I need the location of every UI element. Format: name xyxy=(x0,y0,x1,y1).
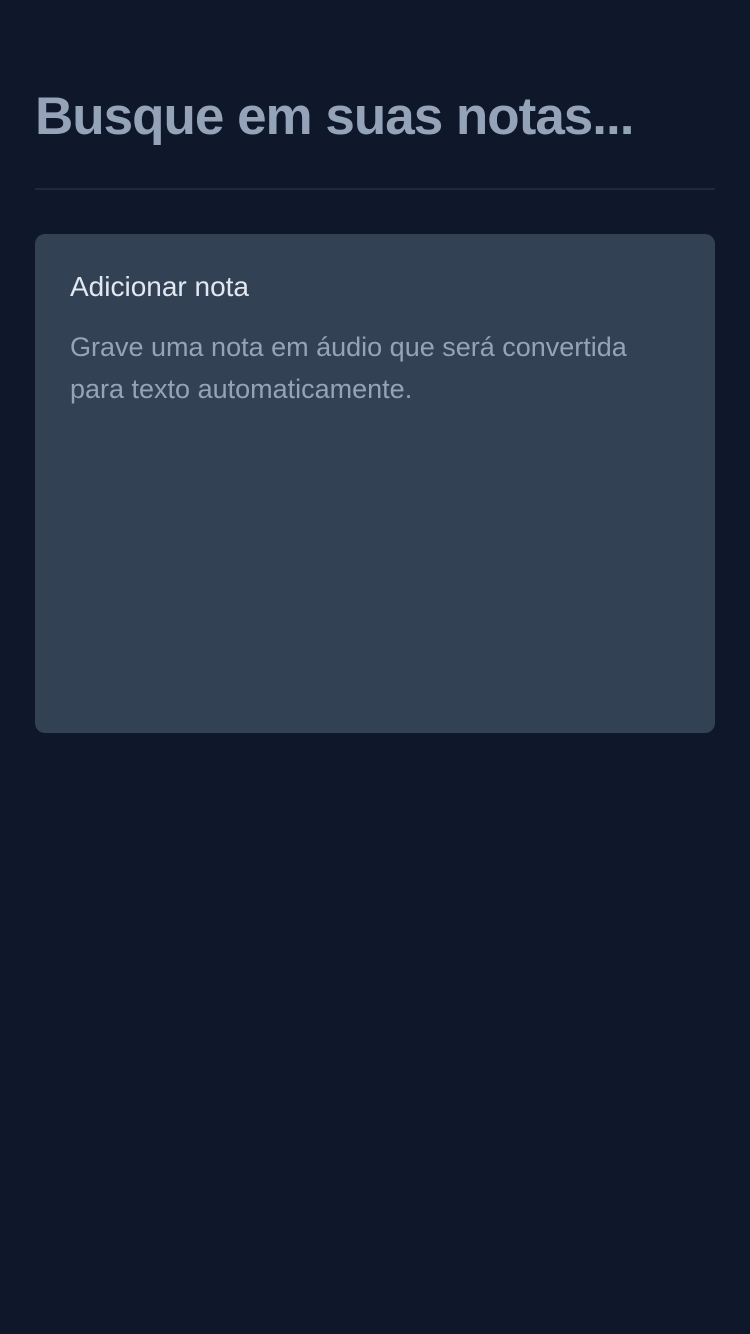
add-note-description: Grave uma nota em áudio que será convert… xyxy=(70,332,627,404)
add-note-title: Adicionar nota xyxy=(70,271,250,302)
search-form xyxy=(35,0,715,148)
notes-grid: Adicionar nota Grave uma nota em áudio q… xyxy=(35,234,715,733)
app-page: Adicionar nota Grave uma nota em áudio q… xyxy=(0,0,750,1334)
add-note-card[interactable]: Adicionar nota Grave uma nota em áudio q… xyxy=(35,234,715,733)
divider xyxy=(35,188,715,190)
search-input[interactable] xyxy=(35,84,715,148)
